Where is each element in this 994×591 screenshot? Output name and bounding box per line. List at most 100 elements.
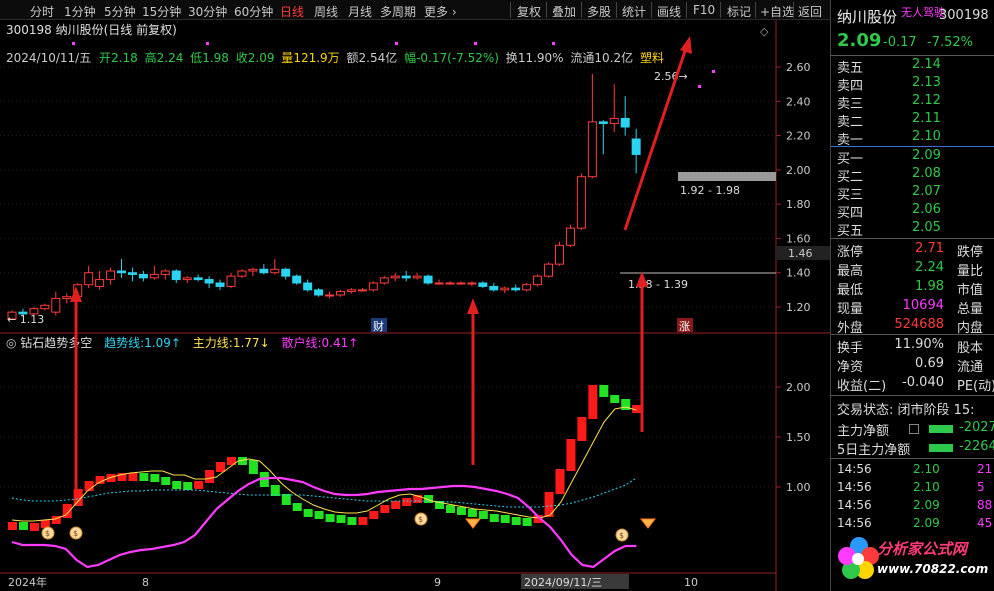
candle-body[interactable] [631,138,641,155]
candle-body[interactable] [576,176,586,229]
candle-body[interactable] [204,279,214,284]
candle-body[interactable] [237,270,247,277]
candle-body[interactable] [40,304,50,310]
stat-label-2: 流通 [957,360,984,375]
candle-body[interactable] [522,284,532,291]
candle-body[interactable] [160,270,170,275]
bid-row-4[interactable]: 买四 2.06 [837,202,987,221]
candle-body[interactable] [609,117,619,125]
candle-body[interactable] [456,282,466,285]
candle-body[interactable] [171,270,181,281]
candle-body[interactable] [478,282,488,287]
restore-right-button[interactable]: 复权 [517,3,541,20]
candle-body[interactable] [51,297,61,313]
candle-body[interactable] [357,289,367,292]
ask-row-5[interactable]: 卖五 2.14 [837,57,987,76]
candle-body[interactable] [379,277,389,284]
tick-volume: 45 [977,516,993,530]
main-grid [0,66,776,308]
indicator-bar [380,505,390,513]
candle-body[interactable] [565,227,575,246]
bid-row-5[interactable]: 买五 2.05 [837,220,987,239]
statistics-button[interactable]: 统计 [622,3,646,20]
tab-weekly[interactable]: 周线 [314,3,338,20]
draw-line-button[interactable]: 画线 [657,3,681,20]
diamond-icon[interactable]: ◇ [760,25,769,38]
candle-body[interactable] [412,275,422,279]
tab-60min[interactable]: 60分钟 [234,3,273,20]
candle-body[interactable] [500,287,510,291]
candle-body[interactable] [248,268,258,272]
add-watchlist-button[interactable]: +自选 [760,3,794,20]
candle-body[interactable] [117,270,126,274]
candle-body[interactable] [620,117,630,128]
candle-body[interactable] [467,282,477,285]
candle-body[interactable] [346,289,356,293]
kline-chart[interactable]: 2.60 2.40 2.20 2.00 1.80 1.60 1.40 1.20 1.46 ← … [0,20,830,591]
candle-body[interactable] [84,272,94,286]
ask-row-4[interactable]: 卖四 2.13 [837,75,987,94]
candle-body[interactable] [587,121,597,178]
candle-body[interactable] [368,282,378,291]
tab-15min[interactable]: 15分钟 [142,3,181,20]
multi-stock-button[interactable]: 多股 [587,3,611,20]
candle-body[interactable] [544,263,554,277]
tick-price: 2.10 [913,480,940,494]
candle-body[interactable] [325,294,335,297]
candle-body[interactable] [598,121,608,125]
candle-body[interactable] [336,291,345,296]
candle-body[interactable] [106,270,116,281]
ask-row-3[interactable]: 卖三 2.12 [837,93,987,112]
candle-body[interactable] [555,244,564,265]
tab-5min[interactable]: 5分钟 [104,3,136,20]
back-button[interactable]: 返回 [798,3,822,20]
overlay-button[interactable]: 叠加 [552,3,576,20]
money-bag-icon: $ [41,526,55,540]
candle-body[interactable] [281,268,291,277]
candle-body[interactable] [445,282,455,285]
candle-body[interactable] [226,275,236,287]
stat-label: 最高 [837,264,864,279]
candle-body[interactable] [215,282,225,287]
f10-button[interactable]: F10 [693,3,715,17]
candle-body[interactable] [182,277,192,281]
candle-body[interactable] [259,268,269,274]
tab-more[interactable]: 更多 › [424,3,457,20]
tab-fenshi[interactable]: 分时 [30,3,54,20]
bid-row-3[interactable]: 买三 2.07 [837,184,987,203]
tab-multi-period[interactable]: 多周期 [380,3,416,20]
ask-row-2[interactable]: 卖二 2.11 [837,111,987,130]
candle-body[interactable] [270,268,280,274]
candle-body[interactable] [489,285,499,291]
mark-button[interactable]: 标记 [727,3,751,20]
indicator-bar [577,417,587,441]
candle-body[interactable] [127,272,137,275]
candle-body[interactable] [193,277,203,281]
tab-daily[interactable]: 日线 [280,3,304,20]
tick-row: 14:56 2.10 21 [837,462,994,480]
candle-body[interactable] [303,282,313,291]
ask-row-1[interactable]: 卖一 2.10 [837,129,987,148]
candle-body[interactable] [95,279,105,287]
candle-body[interactable] [149,273,159,279]
candle-body[interactable] [292,275,302,284]
indicator-bar [456,507,466,515]
candle-body[interactable] [511,287,521,291]
candle-body[interactable] [401,275,411,279]
indicator-header: ◎ 钻石趋势多空 趋势线:1.09↑ 主力线:1.77↓ 散户线:0.41↑ [6,335,358,350]
candle-body[interactable] [138,273,148,279]
bid-row-1[interactable]: 买一 2.09 [837,148,987,167]
candle-body[interactable] [434,282,444,285]
bid-row-2[interactable]: 买二 2.08 [837,166,987,185]
indicator-bar [248,460,258,474]
candle-body[interactable] [314,289,324,296]
stat-label: 净资 [837,360,864,375]
candle-body[interactable] [62,296,72,299]
expand-icon[interactable] [909,424,919,434]
candle-body[interactable] [533,275,543,286]
candle-body[interactable] [423,275,433,284]
tab-30min[interactable]: 30分钟 [188,3,227,20]
tab-1min[interactable]: 1分钟 [64,3,96,20]
candle-body[interactable] [390,275,400,279]
tab-monthly[interactable]: 月线 [348,3,372,20]
